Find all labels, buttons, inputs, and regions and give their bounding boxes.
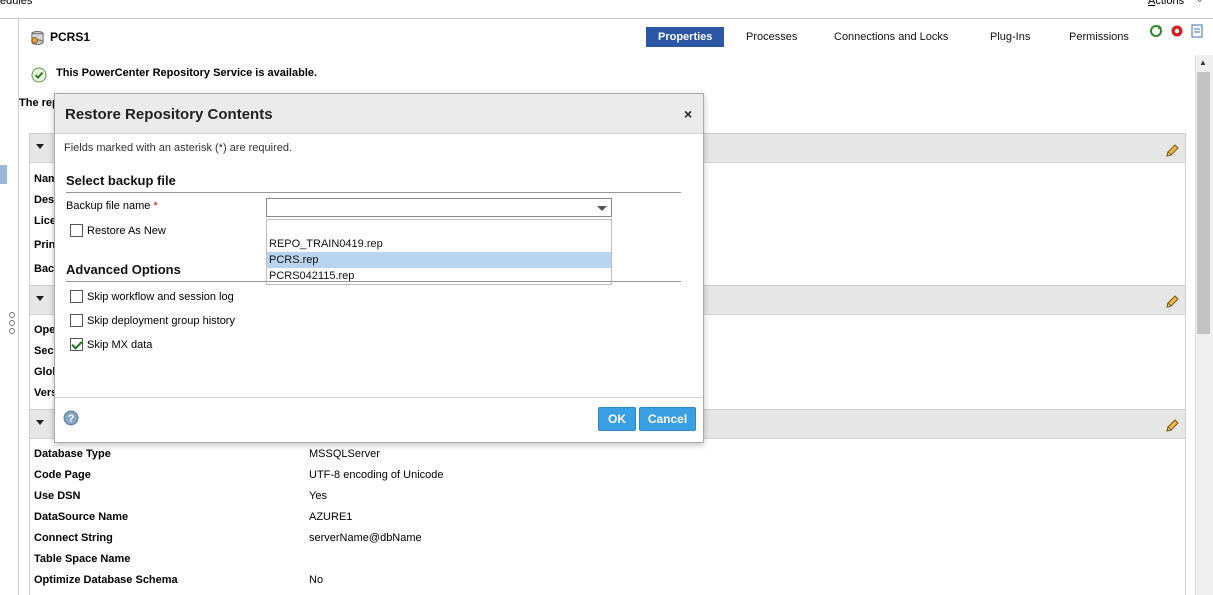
database-type-value: MSSQLServer bbox=[309, 448, 380, 460]
dropdown-arrow-icon[interactable] bbox=[597, 206, 607, 211]
recycle-icon[interactable] bbox=[1150, 25, 1162, 37]
tab-properties[interactable]: Properties bbox=[646, 27, 725, 47]
close-icon[interactable]: × bbox=[684, 106, 692, 122]
database-type-label: Database Type bbox=[34, 448, 111, 460]
backup-file-select[interactable] bbox=[266, 198, 612, 217]
status-message: This PowerCenter Repository Service is a… bbox=[56, 67, 318, 79]
tab-plug-ins[interactable]: Plug-Ins bbox=[978, 27, 1042, 47]
skip-mx-data-row: Skip MX data bbox=[70, 338, 152, 351]
field-label: Lice bbox=[34, 215, 57, 227]
scroll-up-arrow-icon[interactable]: ▲ bbox=[1199, 58, 1207, 67]
disable-service-icon[interactable] bbox=[1171, 25, 1183, 37]
backup-option[interactable]: REPO_TRAIN0419.rep bbox=[267, 236, 611, 252]
schedules-tab-fragment[interactable]: edules bbox=[0, 0, 32, 7]
collapse-triangle-icon[interactable] bbox=[36, 144, 44, 149]
view-logs-icon[interactable] bbox=[1191, 24, 1203, 38]
backup-file-label: Backup file name * bbox=[66, 200, 158, 212]
advanced-options-heading: Advanced Options bbox=[66, 262, 181, 277]
divider bbox=[66, 192, 681, 193]
scrollbar-thumb[interactable] bbox=[1197, 72, 1210, 334]
backup-option-highlighted[interactable]: PCRS.rep bbox=[267, 252, 611, 268]
ok-button[interactable]: OK bbox=[598, 407, 636, 431]
table-space-name-label: Table Space Name bbox=[34, 553, 131, 565]
field-label: Bac bbox=[34, 263, 55, 275]
pencil-edit-icon[interactable] bbox=[1164, 294, 1180, 310]
use-dsn-label: Use DSN bbox=[34, 490, 81, 502]
skip-workflow-log-checkbox[interactable] bbox=[70, 290, 83, 303]
pencil-edit-icon[interactable] bbox=[1164, 418, 1180, 434]
connect-string-label: Connect String bbox=[34, 532, 113, 544]
optimize-schema-value: No bbox=[309, 574, 324, 586]
datasource-name-label: DataSource Name bbox=[34, 511, 129, 523]
skip-workflow-log-label: Skip workflow and session log bbox=[87, 290, 234, 303]
field-label: Prin bbox=[34, 239, 56, 251]
actions-rest: ctions bbox=[1155, 0, 1185, 7]
select-backup-heading: Select backup file bbox=[66, 173, 176, 188]
actions-menu[interactable]: Actions bbox=[1148, 0, 1184, 7]
skip-mx-data-label: Skip MX data bbox=[87, 338, 153, 351]
restore-as-new-row: Restore As New bbox=[70, 224, 166, 237]
chevron-down-icon[interactable]: ⌄ bbox=[1196, 0, 1204, 5]
skip-deployment-history-checkbox[interactable] bbox=[70, 314, 83, 327]
service-toolbar bbox=[1150, 24, 1203, 38]
pencil-edit-icon[interactable] bbox=[1164, 143, 1180, 159]
required-asterisk: * bbox=[153, 200, 158, 212]
obscured-message: The rep bbox=[19, 97, 59, 109]
required-fields-note: Fields marked with an asterisk (*) are r… bbox=[64, 142, 293, 154]
restore-as-new-label: Restore As New bbox=[87, 224, 166, 237]
panel-splitter-handle[interactable] bbox=[9, 312, 17, 336]
navigator-gutter bbox=[0, 19, 19, 595]
code-page-label: Code Page bbox=[34, 469, 91, 481]
top-toolbar bbox=[0, 0, 1213, 19]
restore-repository-dialog: Restore Repository Contents × Fields mar… bbox=[54, 93, 704, 443]
navigator-selection-marker bbox=[0, 165, 7, 184]
field-label: Ope bbox=[34, 324, 56, 336]
skip-deployment-history-row: Skip deployment group history bbox=[70, 314, 235, 327]
tab-connections-and-locks[interactable]: Connections and Locks bbox=[822, 27, 960, 47]
use-dsn-value: Yes bbox=[309, 490, 327, 502]
page-title: PCRS1 bbox=[50, 30, 91, 44]
dialog-title: Restore Repository Contents bbox=[65, 106, 273, 123]
repository-service-icon bbox=[31, 30, 44, 45]
divider bbox=[55, 397, 703, 398]
collapse-triangle-icon[interactable] bbox=[36, 420, 44, 425]
restore-as-new-checkbox[interactable] bbox=[70, 224, 83, 237]
cancel-button[interactable]: Cancel bbox=[639, 407, 696, 431]
skip-workflow-log-row: Skip workflow and session log bbox=[70, 290, 234, 303]
check-circle-icon bbox=[31, 67, 47, 83]
field-label: Des bbox=[34, 194, 55, 206]
datasource-name-value: AZURE1 bbox=[309, 511, 353, 523]
backup-file-dropdown-list: REPO_TRAIN0419.rep PCRS.rep PCRS042115.r… bbox=[266, 219, 612, 285]
optimize-schema-label: Optimize Database Schema bbox=[34, 574, 178, 586]
tab-processes[interactable]: Processes bbox=[734, 27, 809, 47]
divider bbox=[66, 281, 681, 282]
skip-deployment-history-label: Skip deployment group history bbox=[87, 314, 235, 327]
help-icon[interactable]: ? bbox=[63, 410, 79, 426]
tab-permissions[interactable]: Permissions bbox=[1057, 27, 1141, 47]
connect-string-value: serverName@dbName bbox=[309, 532, 422, 544]
code-page-value: UTF-8 encoding of Unicode bbox=[309, 469, 444, 481]
collapse-triangle-icon[interactable] bbox=[36, 296, 44, 301]
backup-file-label-text: Backup file name bbox=[66, 200, 151, 212]
svg-text:?: ? bbox=[68, 413, 75, 425]
skip-mx-data-checkbox[interactable] bbox=[70, 338, 83, 351]
